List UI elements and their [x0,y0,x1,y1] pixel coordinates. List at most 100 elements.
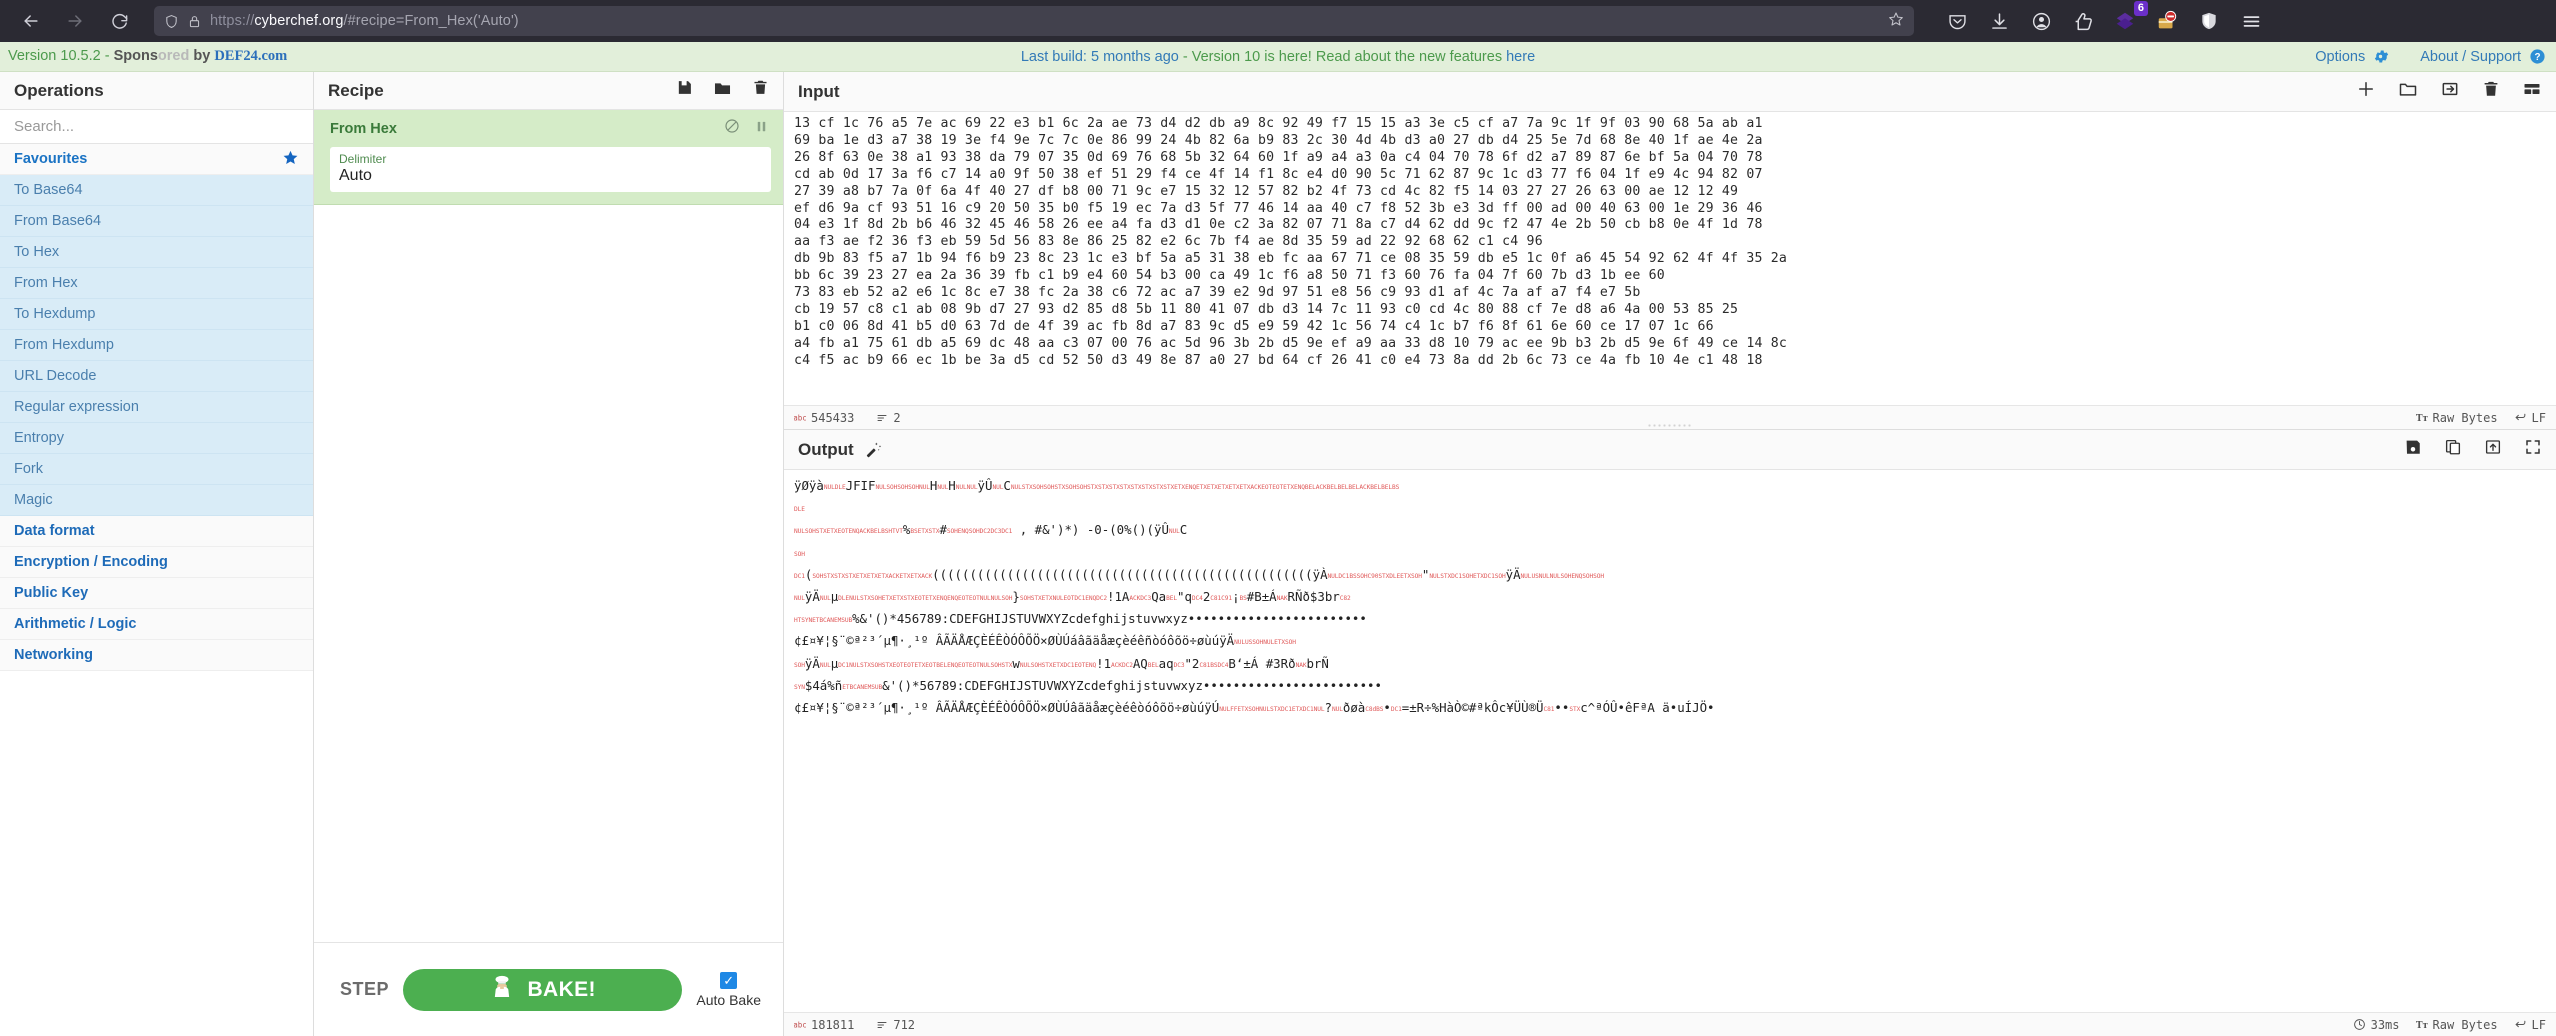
recipe-operation[interactable]: From Hex Delimiter Auto [314,110,783,205]
shield-icon[interactable] [164,14,179,29]
control-char: STX [1108,484,1120,491]
operation-category[interactable]: Public Key [0,578,313,609]
output-eol-group[interactable]: LF [2514,1018,2546,1032]
forward-button[interactable] [58,4,92,38]
lock-icon[interactable] [188,15,201,28]
operation-item[interactable]: To Hex [0,237,313,268]
line-count-icon [876,412,888,424]
violentmonkey-icon[interactable]: 6 [2114,1,2148,32]
operation-item[interactable]: URL Decode [0,361,313,392]
save-output-icon[interactable] [2404,438,2422,461]
output-textarea[interactable]: ÿØÿàNULDLEJFIFNULSOHSOHSOHNULHNULHNULNUL… [784,470,2556,1012]
auto-bake-control[interactable]: ✓ Auto Bake [696,971,769,1008]
input-textarea[interactable]: 13 cf 1c 76 a5 7e ac 69 22 e3 b1 6c 2a a… [784,112,2556,405]
search-input[interactable] [0,110,313,144]
sponsorblock-icon[interactable] [2072,10,2094,32]
output-encoding-group[interactable]: Tт Raw Bytes [2416,1018,2498,1032]
magic-wand-icon[interactable] [864,440,883,459]
control-char: EOT [903,661,915,669]
operation-category[interactable]: Encryption / Encoding [0,547,313,578]
operation-item[interactable]: From Hex [0,268,313,299]
input-lines-group: 2 [876,411,901,425]
open-input-icon[interactable] [2440,79,2460,104]
gear-icon[interactable] [2373,48,2390,65]
control-char: ETB [842,683,854,691]
operation-category[interactable]: Networking [0,640,313,671]
options-label[interactable]: Options [2315,49,2365,65]
svg-text:abc: abc [794,413,806,422]
control-char: NUL [919,484,930,491]
operation-item[interactable]: Regular expression [0,392,313,423]
input-eol-group[interactable]: LF [2514,411,2546,425]
address-bar[interactable]: https://cyberchef.org/#recipe=From_Hex('… [154,6,1914,36]
control-char: STX [1152,484,1164,491]
operation-item[interactable]: To Base64 [0,175,313,206]
clear-recipe-icon[interactable] [752,79,769,103]
sponsor-link[interactable]: DEF24.com [214,48,287,64]
category-favourites[interactable]: Favourites [0,144,313,175]
control-char: STX [834,572,846,580]
clear-input-icon[interactable] [2482,80,2500,103]
question-circle-icon[interactable]: ? [2529,48,2546,65]
downloads-icon[interactable] [1988,10,2010,32]
control-char: NUL [979,661,991,669]
account-icon[interactable] [2030,10,2052,32]
pause-breakpoint-icon[interactable] [754,119,769,139]
operation-item[interactable]: To Hexdump [0,299,313,330]
bookmark-star-icon[interactable] [1888,11,1904,32]
add-tab-icon[interactable] [2356,79,2376,104]
operations-list: Favourites To Base64 From Base64 To Hex Fro… [0,144,313,1036]
reload-button[interactable] [102,4,136,38]
auto-bake-checkbox[interactable]: ✓ [720,971,738,989]
control-char: ENQ [1185,484,1196,491]
version-text: Version 10.5.2 [8,48,101,64]
operation-category[interactable]: Data format [0,516,313,547]
control-char: NUL [1234,639,1246,647]
text-encoding-icon: Tт [2416,412,2428,424]
new-features-link[interactable]: here [1506,49,1535,65]
browser-toolbar: https://cyberchef.org/#recipe=From_Hex('… [0,0,2556,42]
bitwarden-icon[interactable] [2198,10,2220,32]
input-length-group: abc 545433 [794,411,854,425]
operation-item[interactable]: From Base64 [0,206,313,237]
argument-value[interactable]: Auto [339,167,762,185]
about-support-label[interactable]: About / Support [2420,49,2521,65]
input-encoding-group[interactable]: Tт Raw Bytes [2416,411,2498,425]
back-button[interactable] [14,4,48,38]
bake-button[interactable]: BAKE! [403,968,683,1011]
disable-icon[interactable] [724,118,740,139]
control-char: SOH [812,572,824,580]
load-recipe-icon[interactable] [713,79,732,103]
output-line: DC1(SOHSTXSTXSTXETXETXETXACKETXETXACK(((… [794,566,1605,582]
control-char: ACK [1111,661,1122,669]
operation-category[interactable]: Arithmetic / Logic [0,609,313,640]
ublock-origin-icon[interactable] [2156,10,2178,32]
control-char: C8d [1365,706,1377,714]
star-filled-icon[interactable] [282,149,299,169]
operation-item[interactable]: From Hexdump [0,330,313,361]
copy-output-icon[interactable] [2444,438,2462,461]
input-line: 04 e3 1f 8d 2b b6 46 32 45 46 58 26 ee a… [794,217,1763,233]
io-resize-handle[interactable] [1647,423,1693,428]
save-recipe-icon[interactable] [676,79,693,103]
control-char: ETX [899,572,911,580]
operation-item[interactable]: Magic [0,485,313,516]
recipe-operations[interactable]: From Hex Delimiter Auto [314,110,783,942]
control-char: DC1 [1280,706,1292,714]
maximise-output-icon[interactable] [2524,438,2542,461]
pocket-icon[interactable] [1946,10,1968,32]
step-button[interactable]: STEP [328,979,389,1000]
input-line: 73 83 eb 52 a2 e6 1c 8c e7 38 fc 2a 38 c… [794,285,1641,301]
recipe-title: Recipe [328,80,384,100]
replace-input-icon[interactable] [2484,438,2502,461]
tabs-layout-icon[interactable] [2522,79,2542,104]
hamburger-menu-icon[interactable] [2240,10,2262,32]
operation-item[interactable]: Entropy [0,423,313,454]
open-folder-icon[interactable] [2398,79,2418,104]
control-char: DC1 [1063,661,1075,669]
control-char: STX [928,528,940,536]
operation-item[interactable]: Fork [0,454,313,485]
control-char: C82 [1339,595,1351,603]
recipe-argument[interactable]: Delimiter Auto [330,147,771,192]
output-status-bar: abc 181811 712 33ms [784,1012,2556,1036]
